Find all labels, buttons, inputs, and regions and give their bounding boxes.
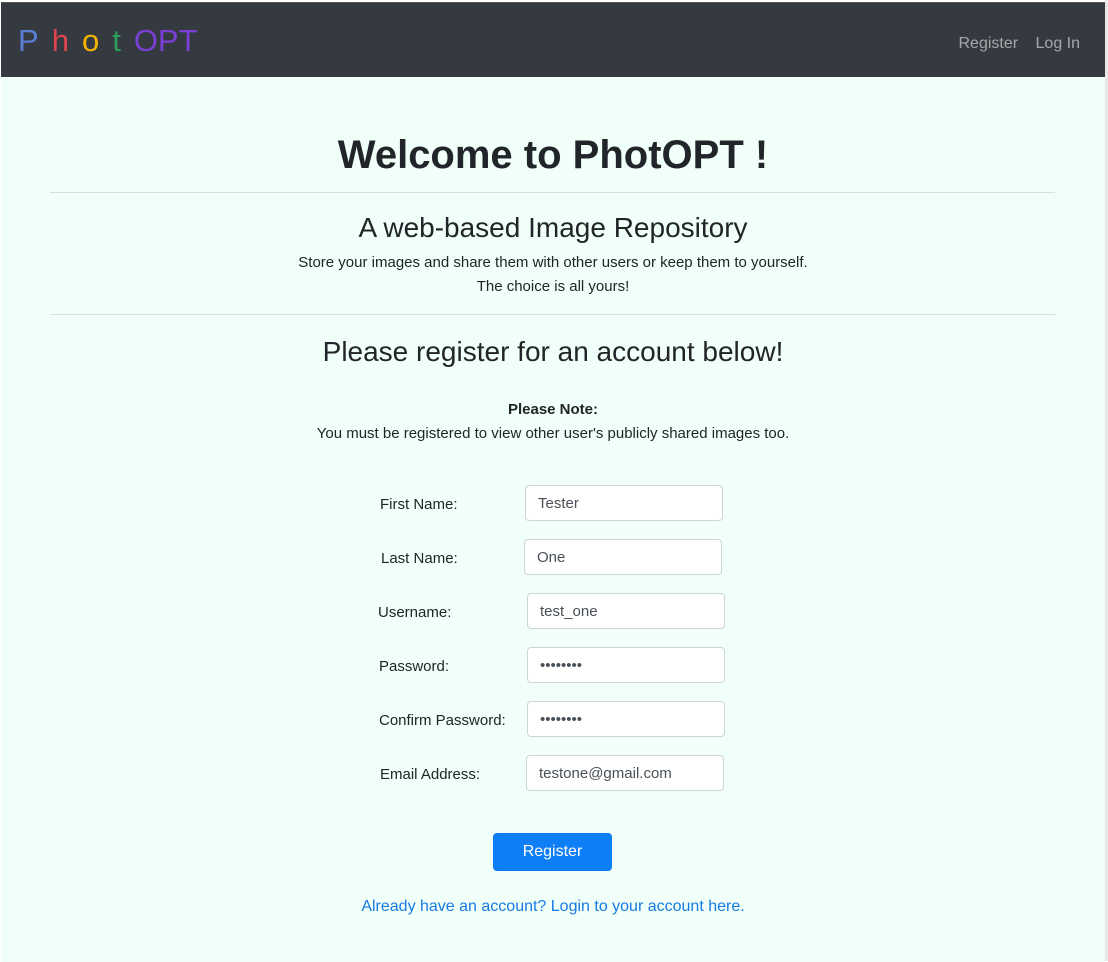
brand-letters-opt: OPT bbox=[133, 23, 198, 58]
page-frame: Ph o t OPT Register Log In Welcome to PhotO… bbox=[1, 2, 1105, 962]
login-link-row: Already have an account? Login to your a… bbox=[1, 898, 1105, 920]
description-line-2: The choice is all yours! bbox=[476, 278, 630, 295]
register-button[interactable]: Register bbox=[493, 833, 612, 871]
page-subtitle: A web-based Image Repository bbox=[358, 212, 748, 243]
note-text: You must be registered to view other use… bbox=[316, 425, 790, 442]
nav-login-link[interactable]: Log In bbox=[1036, 35, 1080, 52]
first-name-input[interactable] bbox=[525, 485, 723, 521]
first-name-label: First Name: bbox=[380, 496, 458, 513]
email-input[interactable] bbox=[526, 755, 724, 791]
register-heading: Please register for an account below! bbox=[322, 336, 784, 367]
nav-links: Register Log In bbox=[945, 35, 1080, 53]
description-line-1: Store your images and share them with ot… bbox=[298, 254, 808, 271]
page-title: Welcome to PhotOPT ! bbox=[337, 133, 769, 177]
navbar: Ph o t OPT Register Log In bbox=[1, 3, 1105, 77]
confirm-password-label: Confirm Password: bbox=[379, 712, 506, 729]
password-label: Password: bbox=[379, 658, 450, 675]
login-link[interactable]: Already have an account? Login to your a… bbox=[361, 898, 744, 915]
username-input[interactable] bbox=[527, 593, 725, 629]
brand-logo[interactable]: Ph o t OPT bbox=[18, 23, 198, 59]
note-label: Please Note: bbox=[507, 401, 599, 418]
username-label: Username: bbox=[378, 604, 452, 621]
divider bbox=[50, 314, 1055, 315]
password-input[interactable] bbox=[527, 647, 725, 683]
email-label: Email Address: bbox=[380, 766, 481, 783]
nav-register-link[interactable]: Register bbox=[958, 35, 1018, 52]
brand-letter-o: o bbox=[81, 23, 100, 58]
last-name-label: Last Name: bbox=[381, 550, 458, 567]
brand-letter-p: P bbox=[18, 23, 39, 58]
last-name-input[interactable] bbox=[524, 539, 722, 575]
brand-letter-h: h bbox=[51, 23, 69, 58]
confirm-password-input[interactable] bbox=[527, 701, 725, 737]
brand-letter-t: t bbox=[112, 23, 121, 58]
divider bbox=[50, 192, 1055, 193]
